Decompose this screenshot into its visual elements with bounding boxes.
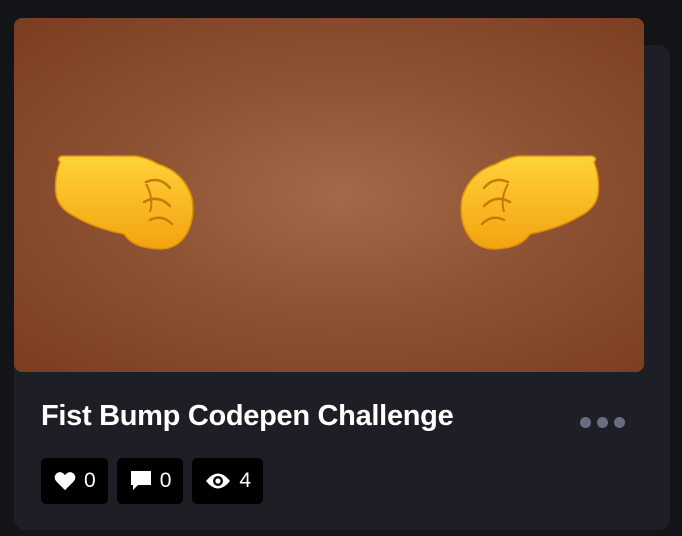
right-facing-fist-icon <box>460 155 600 250</box>
eye-icon <box>205 472 231 490</box>
heart-icon <box>54 471 76 491</box>
more-options-icon <box>597 416 608 428</box>
left-facing-fist-icon <box>54 155 194 250</box>
pen-title[interactable]: Fist Bump Codepen Challenge <box>41 400 454 433</box>
pen-card: Fist Bump Codepen Challenge 0 0 4 <box>14 18 670 530</box>
more-options-icon <box>580 416 591 428</box>
more-options-button[interactable] <box>580 415 628 429</box>
pen-stats: 0 0 4 <box>41 458 264 504</box>
like-count: 0 <box>84 469 96 492</box>
more-options-icon <box>614 416 625 428</box>
pen-preview[interactable] <box>14 18 644 372</box>
views-count: 4 <box>239 469 252 492</box>
views-button[interactable]: 4 <box>192 458 264 504</box>
like-button[interactable]: 0 <box>41 458 108 504</box>
comment-button[interactable]: 0 <box>116 458 184 504</box>
comment-icon <box>130 470 152 492</box>
comment-count: 0 <box>159 469 172 492</box>
